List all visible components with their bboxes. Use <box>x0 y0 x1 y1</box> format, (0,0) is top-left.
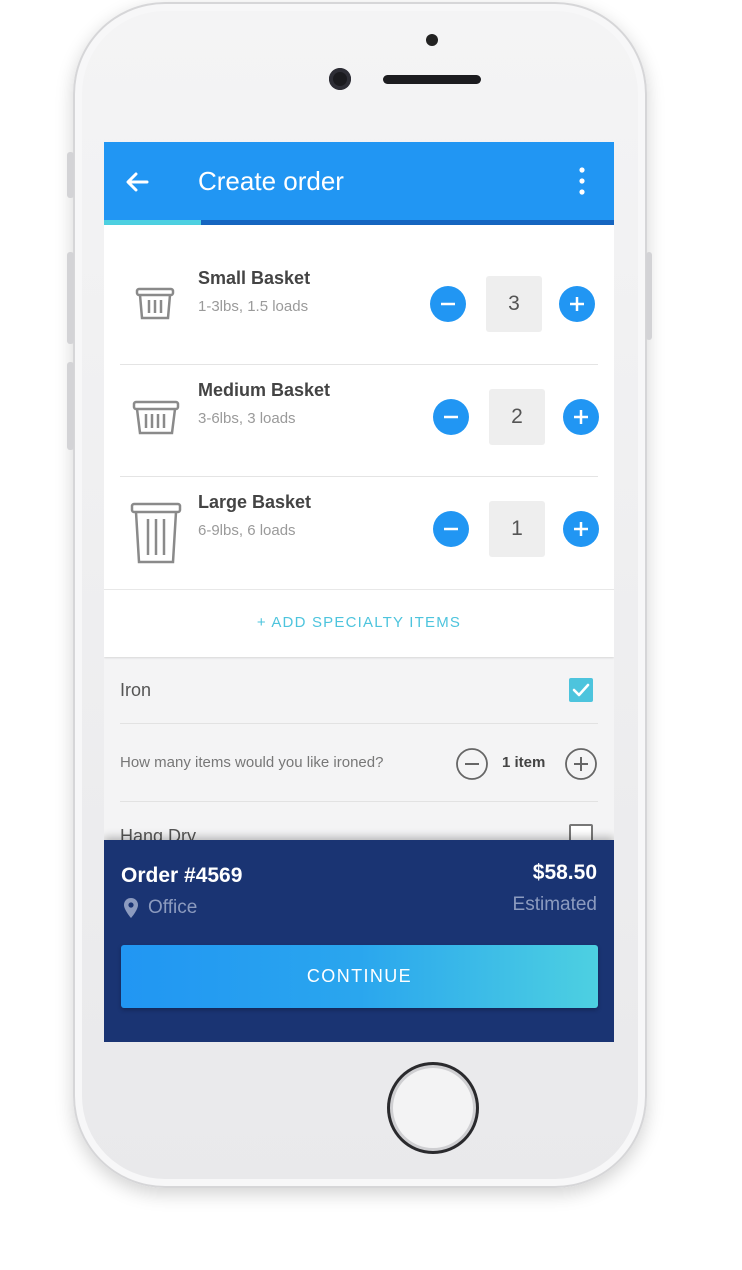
order-summary-footer: Order #4569 Office $58.50 Estimated CONT… <box>104 840 614 1042</box>
decrease-quantity-button[interactable] <box>433 399 469 435</box>
basket-row-large: Large Basket 6-9lbs, 6 loads 1 <box>120 477 599 589</box>
basket-name: Large Basket <box>198 492 312 512</box>
front-camera <box>329 68 351 90</box>
large-basket-icon <box>130 502 182 564</box>
plus-icon <box>574 410 588 424</box>
iron-checkbox[interactable] <box>569 678 593 702</box>
add-specialty-items-button[interactable]: + ADD SPECIALTY ITEMS <box>104 590 614 656</box>
increase-quantity-button[interactable] <box>563 399 599 435</box>
page-title: Create order <box>198 166 344 196</box>
volume-down-button <box>67 362 74 450</box>
increase-iron-items-button[interactable] <box>565 748 597 780</box>
continue-button[interactable]: CONTINUE <box>121 945 598 1008</box>
app-screen: Create order Small Basket 1-3lbs, 1.5 lo… <box>104 142 614 1042</box>
basket-card: Small Basket 1-3lbs, 1.5 loads 3 Medium … <box>104 225 614 657</box>
minus-icon <box>441 302 455 306</box>
basket-detail: 6-9lbs, 6 loads <box>198 522 296 539</box>
basket-row-small: Small Basket 1-3lbs, 1.5 loads 3 <box>120 253 598 365</box>
order-location: Office <box>148 897 198 918</box>
power-button <box>646 252 652 340</box>
plus-icon <box>570 297 584 311</box>
quantity-value: 2 <box>489 389 545 445</box>
medium-basket-icon <box>132 400 180 435</box>
minus-icon <box>444 527 458 531</box>
location-pin-icon <box>124 898 138 918</box>
quantity-value: 1 <box>489 501 545 557</box>
decrease-iron-items-button[interactable] <box>456 748 488 780</box>
increase-quantity-button[interactable] <box>563 511 599 547</box>
increase-quantity-button[interactable] <box>559 286 595 322</box>
minus-icon <box>444 415 458 419</box>
order-price: $58.50 <box>532 861 597 884</box>
price-estimated-label: Estimated <box>512 894 597 915</box>
home-button[interactable] <box>387 1062 479 1154</box>
app-bar: Create order <box>104 142 614 220</box>
checkmark-icon <box>572 683 590 697</box>
option-divider <box>120 723 598 724</box>
earpiece-speaker <box>383 75 481 84</box>
order-number: Order #4569 <box>121 864 243 887</box>
more-vertical-icon[interactable] <box>572 164 592 198</box>
quantity-value: 3 <box>486 276 542 332</box>
decrease-quantity-button[interactable] <box>433 511 469 547</box>
decrease-quantity-button[interactable] <box>430 286 466 322</box>
option-divider <box>120 801 598 802</box>
basket-name: Medium Basket <box>198 380 331 400</box>
basket-detail: 1-3lbs, 1.5 loads <box>198 298 309 315</box>
volume-up-button <box>67 252 74 344</box>
mute-switch <box>67 152 74 198</box>
basket-detail: 3-6lbs, 3 loads <box>198 410 296 427</box>
basket-name: Small Basket <box>198 268 311 288</box>
small-basket-icon <box>135 287 175 320</box>
proximity-sensor <box>426 34 438 46</box>
arrow-left-icon[interactable] <box>122 167 152 197</box>
iron-quantity-question: How many items would you like ironed? <box>120 754 384 771</box>
plus-icon <box>574 522 588 536</box>
basket-row-medium: Medium Basket 3-6lbs, 3 loads 2 <box>120 365 599 477</box>
iron-label: Iron <box>120 680 152 700</box>
iron-item-count: 1 item <box>502 754 546 771</box>
